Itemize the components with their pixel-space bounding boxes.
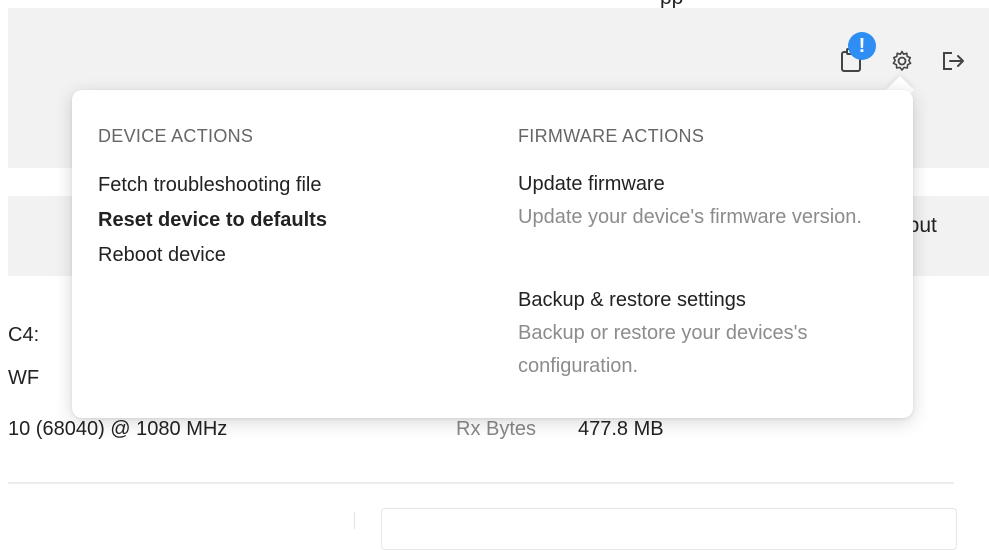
update-firmware-item[interactable]: Update firmware Update your device's fir…: [518, 168, 898, 234]
backup-restore-description: Backup or restore your devices's configu…: [518, 322, 808, 377]
reboot-device-link[interactable]: Reboot device: [98, 238, 327, 273]
mac-address-value: C4:: [8, 324, 40, 346]
cpu-value: 10 (68040) @ 1080 MHz: [8, 418, 228, 440]
device-actions-list: Fetch troubleshooting file Reset device …: [98, 168, 327, 273]
rx-bytes-value: 477.8 MB: [578, 418, 664, 440]
fetch-troubleshooting-link[interactable]: Fetch troubleshooting file: [98, 168, 327, 203]
reset-device-link[interactable]: Reset device to defaults: [98, 203, 327, 238]
rx-bytes-label: Rx Bytes: [456, 418, 537, 440]
logout-button[interactable]: [938, 47, 968, 75]
backup-restore-item[interactable]: Backup & restore settings Backup or rest…: [518, 284, 898, 383]
section-divider: [8, 482, 954, 484]
notification-badge: !: [848, 32, 876, 60]
wifi-value: WF: [8, 367, 40, 389]
device-actions-heading: DEVICE ACTIONS: [98, 126, 254, 146]
column-divider: [354, 512, 355, 529]
top-strip: [0, 0, 989, 8]
settings-dropdown: DEVICE ACTIONS Fetch troubleshooting fil…: [72, 90, 913, 418]
update-firmware-title: Update firmware: [518, 173, 665, 195]
gear-icon: [892, 50, 912, 71]
settings-button[interactable]: [888, 47, 916, 75]
backup-restore-title: Backup & restore settings: [518, 289, 746, 311]
update-firmware-description: Update your device's firmware version.: [518, 206, 862, 228]
logout-icon: [943, 52, 964, 70]
firmware-actions-heading: FIRMWARE ACTIONS: [518, 126, 705, 146]
card: [381, 508, 957, 550]
